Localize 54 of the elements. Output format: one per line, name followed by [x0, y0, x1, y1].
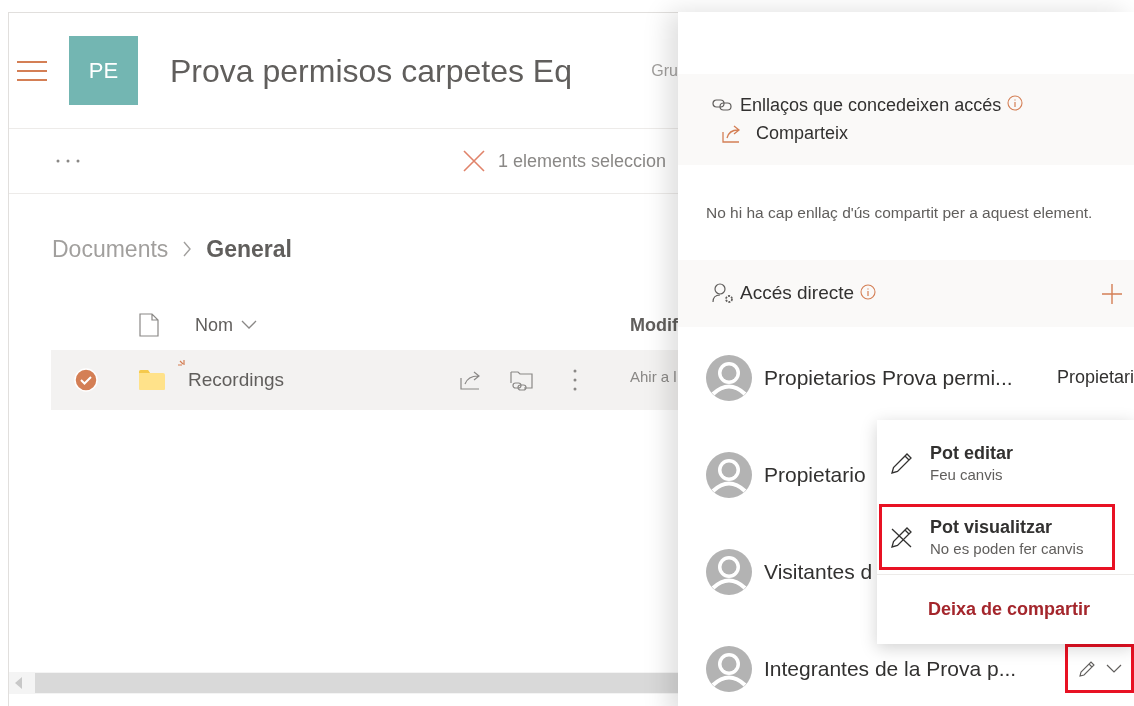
info-icon	[860, 283, 877, 300]
group-label: Gru	[651, 60, 678, 81]
add-icon[interactable]	[1102, 283, 1122, 304]
person-name: Propietarios Prova permi...	[764, 364, 1013, 391]
breadcrumb-item[interactable]: General	[206, 231, 292, 267]
selection-count: 1 elements seleccion	[498, 149, 667, 173]
menu-item[interactable]: Pot visualitzar No es poden fer canvis	[879, 504, 1115, 571]
menu-item-subtitle: Feu canvis	[930, 465, 1004, 485]
menu-item[interactable]: Pot editar Feu canvis	[879, 430, 1115, 497]
scroll-left-icon[interactable]	[15, 677, 23, 689]
avatar-icon	[706, 645, 752, 692]
pencil-icon	[1077, 659, 1096, 678]
file-row[interactable]: Recordings Ahir a l	[51, 350, 678, 410]
person-role: Propietari	[1056, 366, 1134, 389]
pencil-crossed-icon	[890, 525, 914, 550]
section-heading: Accés directe	[740, 281, 855, 306]
menu-item[interactable]: Deixa de compartir	[877, 575, 1134, 644]
info-icon	[1007, 95, 1024, 111]
modified-date: Ahir a l	[630, 367, 678, 387]
person-name: Visitantes d	[764, 558, 873, 585]
link-icon	[712, 99, 732, 111]
share-icon[interactable]	[460, 370, 482, 390]
more-vertical-icon[interactable]	[573, 369, 577, 391]
pencil-icon	[890, 451, 914, 475]
check-circle-icon[interactable]	[74, 368, 98, 392]
column-header[interactable]: Nom	[195, 311, 233, 339]
close-icon[interactable]	[462, 149, 486, 173]
avatar-icon	[706, 451, 752, 498]
file-icon	[139, 313, 159, 337]
menu-item-title: Pot editar	[930, 442, 1013, 465]
share-button[interactable]: Comparteix	[722, 120, 1134, 147]
more-icon[interactable]	[55, 158, 81, 164]
scrollbar-thumb[interactable]	[35, 673, 678, 693]
column-header[interactable]: Modif	[630, 311, 678, 339]
chevron-down-icon	[241, 320, 257, 330]
permission-dropdown[interactable]	[1065, 644, 1134, 693]
file-name[interactable]: Recordings	[188, 365, 285, 395]
avatar-icon	[706, 548, 752, 595]
site-logo: PE	[69, 36, 138, 105]
menu-item-title: Pot visualitzar	[930, 516, 1054, 540]
person-settings-icon	[712, 282, 736, 305]
menu-item-subtitle: No es poden fer canvis	[930, 539, 1084, 560]
folder-icon	[138, 369, 166, 391]
chevron-down-icon	[1105, 663, 1122, 674]
no-links-message: No hi ha cap enllaç d'ús compartit per a aquest element.	[705, 202, 1094, 223]
person-name: Propietario	[764, 461, 866, 488]
menu-icon[interactable]	[17, 60, 47, 81]
chevron-right-icon	[182, 240, 193, 258]
site-title: Prova permisos carpetes Eq	[170, 51, 572, 91]
person-name: Integrantes de la Prova p...	[764, 655, 1017, 682]
section-heading: Enllaços que concedeixen accés	[740, 93, 1002, 117]
avatar-icon	[706, 354, 752, 401]
copy-link-icon[interactable]	[510, 369, 536, 391]
share-icon	[722, 124, 742, 143]
